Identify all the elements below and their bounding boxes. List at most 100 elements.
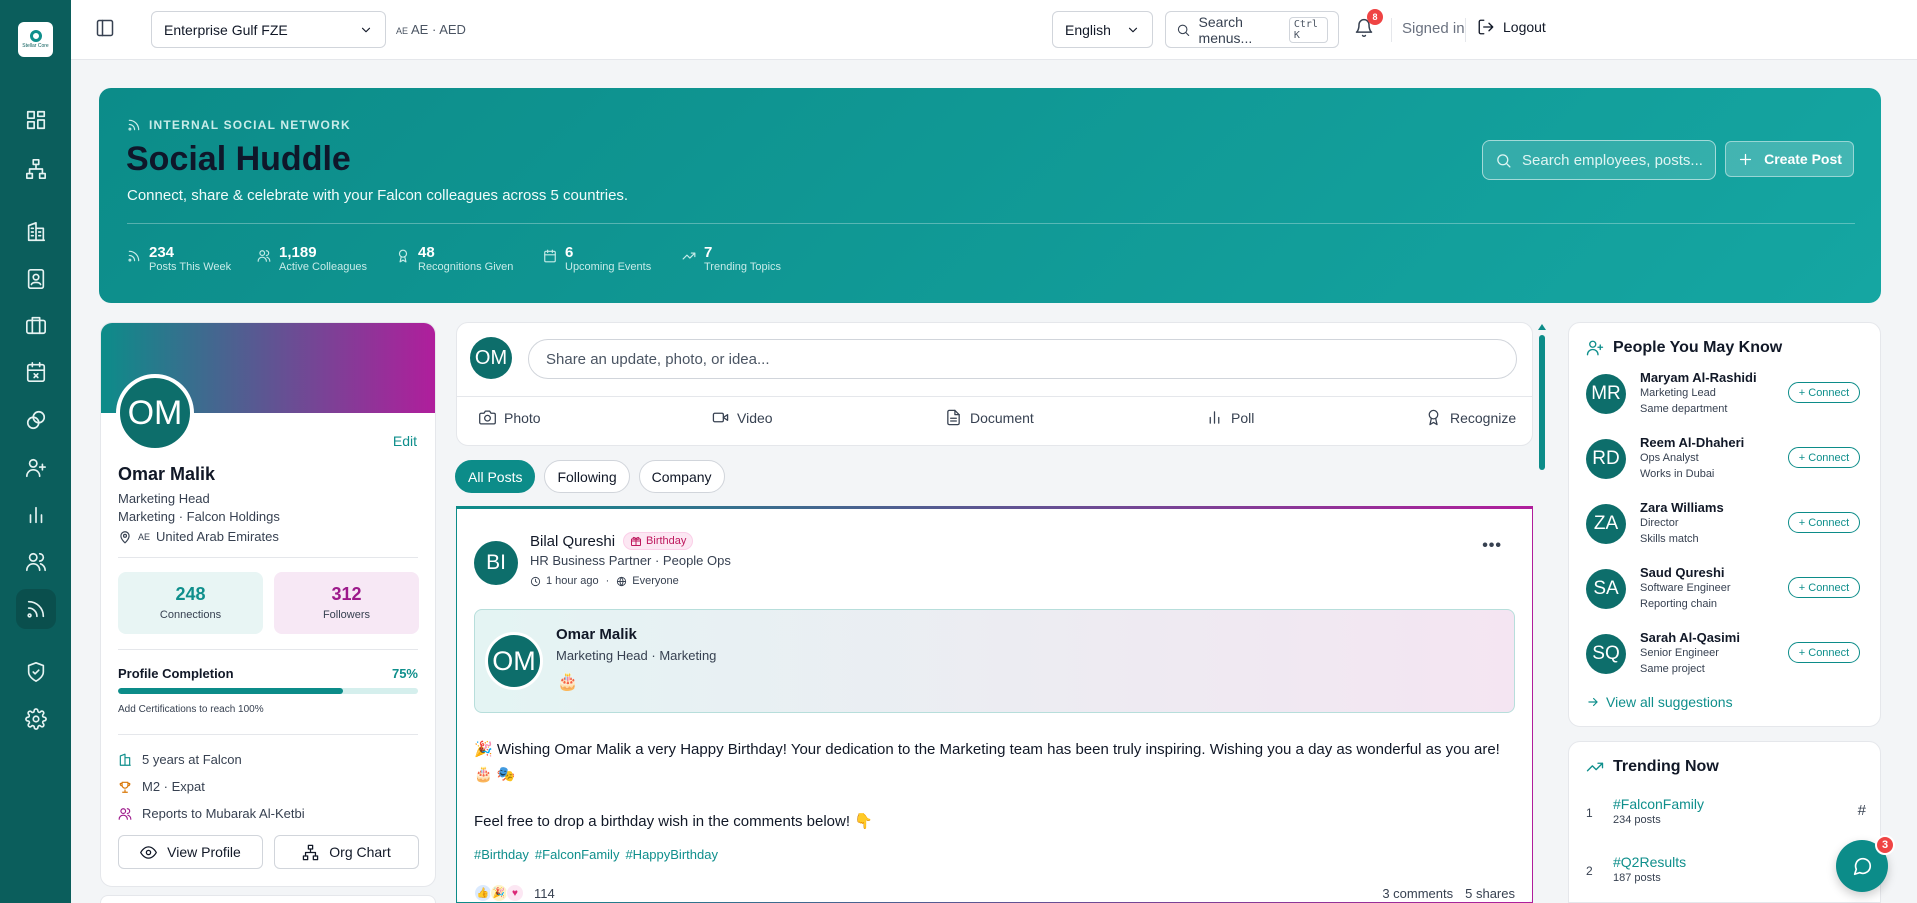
trending-count: 234 posts bbox=[1613, 814, 1661, 826]
sidebar-toggle-button[interactable] bbox=[95, 18, 115, 38]
sidebar-item-social[interactable] bbox=[16, 589, 56, 629]
connect-button[interactable]: + Connect bbox=[1788, 512, 1860, 533]
menu-search-placeholder: Search menus... bbox=[1198, 13, 1253, 46]
social-search-placeholder: Search employees, posts... bbox=[1522, 151, 1703, 169]
calendar-icon bbox=[544, 249, 556, 263]
stat-value: 234 bbox=[149, 244, 175, 261]
trending-item[interactable]: 1 #FalconFamily 234 posts # bbox=[1586, 796, 1866, 832]
post-author-name[interactable]: Bilal Qureshi bbox=[530, 533, 615, 550]
person-name[interactable]: Sarah Al-Qasimi bbox=[1640, 630, 1740, 645]
avatar: OM bbox=[470, 337, 512, 379]
comments-count[interactable]: 3 comments bbox=[1382, 886, 1453, 901]
connect-button[interactable]: + Connect bbox=[1788, 382, 1860, 403]
stat-label: Trending Topics bbox=[704, 261, 782, 273]
avatar[interactable]: SQ bbox=[1586, 634, 1626, 674]
sidebar-item-recruitment[interactable] bbox=[16, 448, 56, 488]
sidebar-item-payroll[interactable] bbox=[16, 400, 56, 440]
sidebar-item-dashboard[interactable] bbox=[16, 100, 56, 140]
post-author-row: Bilal Qureshi Birthday bbox=[530, 532, 694, 550]
avatar[interactable]: MR bbox=[1586, 374, 1626, 414]
shares-count[interactable]: 5 shares bbox=[1465, 886, 1515, 901]
language-select[interactable]: English bbox=[1052, 11, 1153, 48]
divider bbox=[118, 557, 418, 558]
app-logo[interactable]: Stellar Core bbox=[18, 22, 53, 57]
sidebar-item-organization[interactable] bbox=[16, 149, 56, 189]
suggested-person: SQ Sarah Al-Qasimi Senior Engineer Same … bbox=[1586, 630, 1876, 682]
sidebar-item-settings[interactable] bbox=[16, 699, 56, 739]
scroll-up-arrow-icon[interactable] bbox=[1538, 324, 1546, 330]
composer-recognize-button[interactable]: Recognize bbox=[1425, 409, 1516, 426]
contact-card-icon bbox=[27, 269, 45, 289]
connect-button[interactable]: + Connect bbox=[1788, 642, 1860, 663]
tab-company[interactable]: Company bbox=[638, 460, 725, 493]
post-more-options-button[interactable]: ••• bbox=[1482, 537, 1502, 555]
hero-banner: INTERNAL SOCIAL NETWORK Social Huddle Co… bbox=[99, 88, 1881, 303]
user-plus-icon bbox=[1586, 340, 1604, 356]
sidebar-item-jobs[interactable] bbox=[16, 305, 56, 345]
followers-stat[interactable]: 312 Followers bbox=[274, 572, 419, 634]
person-name[interactable]: Zara Williams bbox=[1640, 500, 1724, 515]
tab-following[interactable]: Following bbox=[544, 460, 630, 493]
stat-label: Posts This Week bbox=[149, 261, 232, 273]
profile-completion-percent: 75% bbox=[391, 666, 418, 681]
trending-item[interactable]: 2 #Q2Results 187 posts bbox=[1586, 854, 1866, 890]
post-composer-input[interactable]: Share an update, photo, or idea... bbox=[528, 339, 1517, 379]
composer-poll-button[interactable]: Poll bbox=[1206, 409, 1254, 426]
hashtag-link[interactable]: #FalconFamily bbox=[535, 847, 620, 862]
topbar: Enterprise Gulf FZE AE AE · AED English S… bbox=[71, 0, 1917, 60]
page-title: Social Huddle bbox=[126, 140, 351, 178]
coins-icon bbox=[26, 410, 46, 430]
connect-button[interactable]: + Connect bbox=[1788, 447, 1860, 468]
company-select[interactable]: Enterprise Gulf FZE bbox=[151, 11, 386, 48]
stat-upcoming-events: 6 Upcoming Events bbox=[543, 245, 651, 273]
sidebar-item-security[interactable] bbox=[16, 652, 56, 692]
suggested-person: ZA Zara Williams Director Skills match +… bbox=[1586, 500, 1876, 552]
hero-tag: INTERNAL SOCIAL NETWORK bbox=[127, 118, 351, 132]
sidebar-item-teams[interactable] bbox=[16, 542, 56, 582]
logout-icon bbox=[1478, 19, 1494, 35]
profile-completion-hint: Add Certifications to reach 100% bbox=[118, 704, 264, 715]
connections-stat[interactable]: 248 Connections bbox=[118, 572, 263, 634]
sidebar-item-company[interactable] bbox=[16, 212, 56, 252]
feed-scrollbar-thumb[interactable] bbox=[1539, 335, 1545, 470]
avatar[interactable]: SA bbox=[1586, 569, 1626, 609]
profile-completion-label: Profile Completion bbox=[118, 666, 234, 681]
social-search-input[interactable]: Search employees, posts... bbox=[1482, 140, 1716, 180]
hashtag-link[interactable]: #Birthday bbox=[474, 847, 529, 862]
globe-icon bbox=[617, 576, 627, 586]
avatar[interactable]: BI bbox=[474, 541, 518, 585]
edit-profile-link[interactable]: Edit bbox=[393, 433, 417, 449]
bar-chart-icon bbox=[29, 506, 43, 524]
divider bbox=[127, 223, 1855, 224]
sidebar-item-reports[interactable] bbox=[16, 495, 56, 535]
composer-document-button[interactable]: Document bbox=[945, 409, 1034, 426]
avatar[interactable]: ZA bbox=[1586, 504, 1626, 544]
chat-badge: 3 bbox=[1875, 835, 1895, 855]
person-name[interactable]: Reem Al-Dhaheri bbox=[1640, 435, 1744, 450]
person-name[interactable]: Saud Qureshi bbox=[1640, 565, 1725, 580]
menu-search-input[interactable]: Search menus... Ctrl K bbox=[1165, 11, 1339, 48]
post-reactions[interactable]: 👍 🎉 ♥ 114 bbox=[474, 884, 555, 902]
briefcase-icon bbox=[26, 316, 46, 335]
view-profile-button[interactable]: View Profile bbox=[118, 835, 263, 869]
search-icon bbox=[1177, 24, 1190, 36]
sidebar: Stellar Core bbox=[0, 0, 71, 903]
view-all-suggestions-link[interactable]: View all suggestions bbox=[1586, 694, 1733, 710]
award-icon bbox=[398, 249, 408, 263]
tab-all-posts[interactable]: All Posts bbox=[455, 460, 536, 493]
person-reason: Same project bbox=[1640, 663, 1705, 675]
create-post-button[interactable]: Create Post bbox=[1725, 141, 1854, 177]
sidebar-item-employees[interactable] bbox=[16, 259, 56, 299]
sidebar-item-calendar[interactable] bbox=[16, 352, 56, 392]
connect-button[interactable]: + Connect bbox=[1788, 577, 1860, 598]
org-chart-button[interactable]: Org Chart bbox=[274, 835, 419, 869]
hashtag-link[interactable]: #HappyBirthday bbox=[625, 847, 718, 862]
avatar[interactable]: RD bbox=[1586, 439, 1626, 479]
composer-photo-button[interactable]: Photo bbox=[479, 409, 541, 426]
profile-fact-text: 5 years at Falcon bbox=[142, 752, 242, 767]
avatar[interactable]: OM bbox=[116, 374, 194, 452]
composer-video-button[interactable]: Video bbox=[712, 409, 773, 426]
person-name[interactable]: Maryam Al-Rashidi bbox=[1640, 370, 1757, 385]
org-tree-icon bbox=[303, 844, 319, 860]
logout-button[interactable]: Logout bbox=[1477, 18, 1546, 36]
